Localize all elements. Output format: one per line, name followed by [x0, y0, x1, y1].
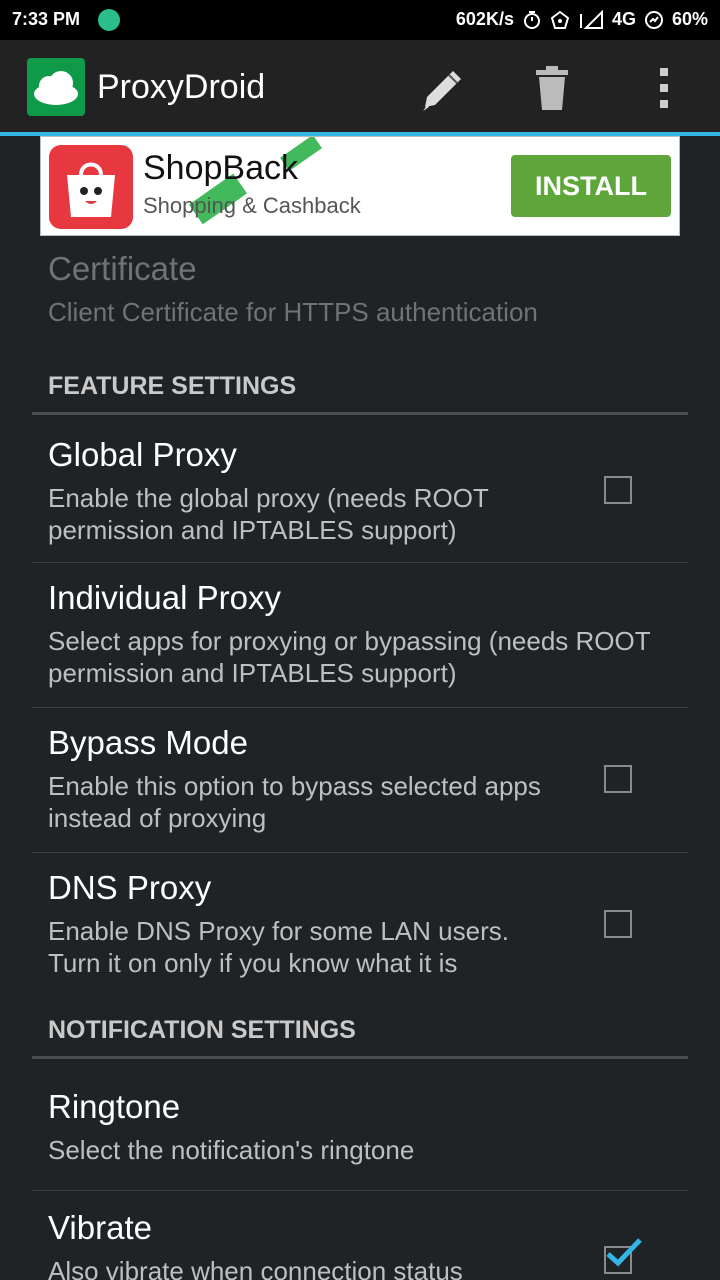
pref-certificate-title: Certificate: [48, 250, 197, 287]
pref-individual-proxy-summary: Select apps for proxying or bypassing (n…: [48, 626, 651, 688]
vpn-shield-icon: [550, 10, 570, 29]
pref-global-proxy-summary: Enable the global proxy (needs ROOT perm…: [48, 483, 489, 545]
pref-certificate[interactable]: Certificate Client Certificate for HTTPS…: [32, 250, 688, 340]
edit-button[interactable]: [412, 60, 468, 116]
status-right-group: 602K/s 4G 60%: [456, 9, 708, 30]
pref-bypass-mode-summary: Enable this option to bypass selected ap…: [48, 771, 541, 833]
network-speed: 602K/s: [455, 9, 514, 29]
global-proxy-checkbox[interactable]: [604, 476, 632, 504]
overflow-menu-icon: [660, 68, 668, 108]
pref-individual-proxy-title: Individual Proxy: [48, 579, 281, 616]
feature-settings-header: FEATURE SETTINGS: [48, 372, 297, 400]
pref-vibrate[interactable]: Vibrate Also vibrate when connection sta…: [32, 1191, 688, 1280]
feature-settings-divider: [32, 412, 688, 415]
action-bar: ProxyDroid: [0, 40, 720, 136]
signal-icon: [579, 9, 603, 29]
ad-app-name: ShopBack: [143, 149, 298, 187]
app-title: ProxyDroid: [97, 68, 266, 106]
timer-icon: [523, 10, 540, 29]
status-time: 7:33 PM: [12, 9, 81, 29]
pref-global-proxy-title: Global Proxy: [48, 436, 237, 473]
shopback-logo: [49, 145, 133, 229]
pref-global-proxy[interactable]: Global Proxy Enable the global proxy (ne…: [32, 420, 688, 562]
dns-proxy-checkbox[interactable]: [604, 910, 632, 938]
battery-level: 60%: [671, 9, 708, 29]
bypass-mode-checkbox[interactable]: [604, 765, 632, 793]
vibrate-checkbox[interactable]: [604, 1238, 642, 1274]
notification-settings-header: NOTIFICATION SETTINGS: [48, 1016, 356, 1044]
pref-dns-proxy-title: DNS Proxy: [48, 869, 212, 906]
notification-app-icon: [98, 9, 120, 31]
trash-icon: [536, 66, 568, 110]
delete-button[interactable]: [524, 60, 580, 116]
install-button[interactable]: INSTALL: [511, 155, 671, 217]
pref-certificate-summary: Client Certificate for HTTPS authenticat…: [48, 297, 538, 327]
pencil-icon: [423, 71, 461, 111]
overflow-menu-button[interactable]: [636, 60, 692, 116]
pref-bypass-mode-title: Bypass Mode: [48, 724, 248, 761]
pref-dns-proxy[interactable]: DNS Proxy Enable DNS Proxy for some LAN …: [32, 853, 688, 997]
pref-ringtone-title: Ringtone: [48, 1088, 181, 1125]
notification-settings-divider: [32, 1056, 688, 1059]
cloud-icon: [27, 58, 85, 116]
pref-ringtone[interactable]: Ringtone Select the notification's ringt…: [32, 1068, 688, 1190]
battery-icon: [644, 10, 663, 29]
ad-subtitle: Shopping & Cashback: [143, 193, 361, 218]
status-bar: 7:33 PM 602K/s 4G 60%: [0, 0, 720, 40]
pref-vibrate-title: Vibrate: [48, 1209, 152, 1246]
ad-banner[interactable]: ShopBack Shopping & Cashback INSTALL: [40, 136, 680, 236]
pref-bypass-mode[interactable]: Bypass Mode Enable this option to bypass…: [32, 708, 688, 852]
pref-vibrate-summary: Also vibrate when connection status: [48, 1256, 463, 1280]
pref-dns-proxy-summary: Enable DNS Proxy for some LAN users. Tur…: [48, 916, 509, 978]
checkmark-icon: [606, 1238, 642, 1267]
pref-individual-proxy[interactable]: Individual Proxy Select apps for proxyin…: [32, 563, 688, 707]
network-type: 4G: [611, 9, 636, 29]
pref-ringtone-summary: Select the notification's ringtone: [48, 1135, 415, 1165]
